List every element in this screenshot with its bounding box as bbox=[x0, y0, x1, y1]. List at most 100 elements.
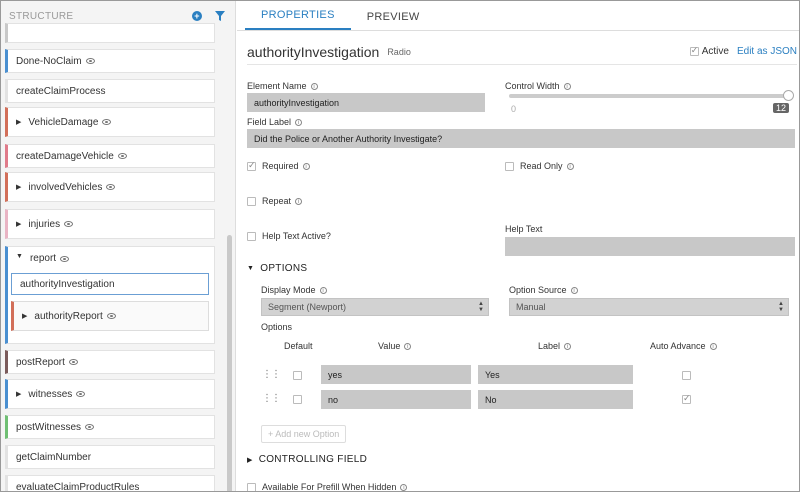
help-text-active-row: Help Text Active? bbox=[247, 231, 331, 241]
element-header: authorityInvestigation Radio Active Edit… bbox=[247, 39, 797, 65]
eye-icon[interactable] bbox=[102, 119, 112, 125]
active-label: Active bbox=[701, 46, 729, 57]
caret-right-icon[interactable]: ▶ bbox=[16, 220, 21, 228]
help-text-active-checkbox[interactable] bbox=[247, 231, 256, 241]
display-mode-label: Display Mode i bbox=[261, 285, 327, 295]
node-label: involvedVehicles bbox=[28, 181, 103, 193]
tree-node-postreport[interactable]: postReport bbox=[5, 350, 215, 374]
options-label: Options bbox=[261, 322, 293, 332]
active-checkbox[interactable] bbox=[689, 45, 699, 56]
element-name-input[interactable]: authorityInvestigation bbox=[247, 93, 485, 112]
eye-icon[interactable] bbox=[117, 153, 127, 159]
tab-preview[interactable]: PREVIEW bbox=[351, 11, 436, 30]
tree-node-postwitnesses[interactable]: postWitnesses bbox=[5, 415, 215, 439]
eye-icon[interactable] bbox=[85, 58, 95, 64]
caret-right-icon[interactable]: ▶ bbox=[16, 390, 21, 398]
option-label-input[interactable]: No bbox=[478, 390, 633, 409]
info-icon: i bbox=[310, 83, 318, 91]
col-label: Label i bbox=[538, 341, 572, 351]
tab-properties[interactable]: PROPERTIES bbox=[245, 9, 351, 30]
tree-node[interactable] bbox=[5, 23, 215, 43]
tree-node-getclaimnumber[interactable]: getClaimNumber bbox=[5, 445, 215, 469]
read-only-checkbox[interactable] bbox=[505, 161, 514, 171]
tree-node-evaluateclaimproductrules[interactable]: evaluateClaimProductRules bbox=[5, 475, 215, 492]
structure-scrollbar[interactable] bbox=[227, 235, 232, 491]
eye-icon[interactable] bbox=[106, 313, 116, 319]
control-width-slider[interactable] bbox=[509, 94, 789, 98]
required-label: Required bbox=[262, 161, 299, 171]
node-label: getClaimNumber bbox=[16, 451, 92, 463]
option-value-input[interactable]: no bbox=[321, 390, 471, 409]
required-row: Requiredi bbox=[247, 160, 310, 171]
caret-right-icon: ▶ bbox=[247, 456, 253, 464]
option-label-input[interactable]: Yes bbox=[478, 365, 633, 384]
info-icon: i bbox=[570, 287, 578, 295]
caret-down-icon[interactable]: ▼ bbox=[16, 253, 23, 260]
node-label: postWitnesses bbox=[16, 421, 82, 433]
display-mode-select[interactable]: Segment (Newport) ▲ ▼ bbox=[261, 298, 489, 316]
eye-icon[interactable] bbox=[68, 359, 78, 365]
select-arrows-icon: ▲ ▼ bbox=[778, 301, 784, 313]
tree-node-done-noclaim[interactable]: Done-NoClaim bbox=[5, 49, 215, 73]
add-icon[interactable]: + bbox=[190, 9, 204, 23]
prefill-label: Available For Prefill When Hidden bbox=[262, 482, 397, 492]
tree-node-vehicledamage[interactable]: ▶ VehicleDamage bbox=[5, 107, 215, 137]
repeat-label: Repeat bbox=[262, 196, 292, 206]
caret-right-icon[interactable]: ▶ bbox=[16, 118, 21, 126]
tree-node-witnesses[interactable]: ▶ witnesses bbox=[5, 379, 215, 409]
tree-node-createclaimprocess[interactable]: createClaimProcess bbox=[5, 79, 215, 103]
tab-bar: PROPERTIES PREVIEW bbox=[237, 1, 799, 31]
node-label: injuries bbox=[28, 218, 61, 230]
repeat-checkbox[interactable] bbox=[247, 196, 256, 206]
help-text-input[interactable] bbox=[505, 237, 795, 256]
node-label: postReport bbox=[16, 356, 65, 368]
help-text-active-label: Help Text Active? bbox=[262, 231, 331, 241]
caret-right-icon[interactable]: ▶ bbox=[22, 312, 27, 320]
tree-node-involvedvehicles[interactable]: ▶ involvedVehicles bbox=[5, 172, 215, 202]
default-checkbox[interactable] bbox=[293, 371, 302, 380]
col-value: Value i bbox=[378, 341, 412, 351]
filter-icon[interactable] bbox=[213, 9, 227, 23]
eye-icon[interactable] bbox=[60, 256, 70, 262]
edit-as-json-link[interactable]: Edit as JSON bbox=[737, 46, 797, 57]
tree-node-injuries[interactable]: ▶ injuries bbox=[5, 209, 215, 239]
display-mode-value: Segment (Newport) bbox=[268, 302, 347, 312]
add-option-button[interactable]: + Add new Option bbox=[261, 425, 347, 443]
drag-handle-icon[interactable]: ⋮⋮ bbox=[262, 369, 281, 380]
field-label-label: Field Label i bbox=[247, 117, 303, 127]
default-checkbox[interactable] bbox=[293, 395, 302, 404]
tree-node-createdamagevehicle[interactable]: createDamageVehicle bbox=[5, 144, 215, 168]
element-name-label: Element Name i bbox=[247, 81, 318, 91]
tree-node-authorityreport[interactable]: ▶ authorityReport bbox=[11, 301, 209, 331]
read-only-label: Read Only bbox=[520, 161, 563, 171]
auto-advance-checkbox[interactable] bbox=[682, 371, 691, 380]
node-label: createDamageVehicle bbox=[16, 150, 114, 162]
caret-right-icon[interactable]: ▶ bbox=[16, 183, 21, 191]
drag-handle-icon[interactable]: ⋮⋮ bbox=[262, 393, 281, 404]
eye-icon[interactable] bbox=[106, 184, 116, 190]
auto-advance-checkbox[interactable] bbox=[682, 393, 691, 404]
repeat-row: Repeat i bbox=[247, 196, 303, 206]
col-auto-advance: Auto Advance i bbox=[650, 341, 717, 351]
options-section-toggle[interactable]: ▼ OPTIONS bbox=[247, 263, 307, 274]
control-width-label: Control Width i bbox=[505, 81, 571, 91]
option-value-input[interactable]: yes bbox=[321, 365, 471, 384]
info-icon: i bbox=[400, 483, 408, 491]
info-icon: i bbox=[319, 287, 327, 295]
eye-icon[interactable] bbox=[76, 391, 86, 397]
info-icon: i bbox=[709, 343, 717, 351]
structure-panel: STRUCTURE + Done-NoClaim createClaimProc… bbox=[1, 1, 236, 492]
node-label: evaluateClaimProductRules bbox=[16, 481, 140, 492]
structure-title: STRUCTURE bbox=[9, 10, 74, 22]
tree-node-authorityinvestigation[interactable]: authorityInvestigation bbox=[11, 273, 209, 295]
option-source-select[interactable]: Manual ▲ ▼ bbox=[509, 298, 789, 316]
required-checkbox[interactable] bbox=[247, 160, 256, 171]
eye-icon[interactable] bbox=[64, 221, 74, 227]
controlling-field-toggle[interactable]: ▶ CONTROLLING FIELD bbox=[247, 454, 367, 465]
controlling-field-label: CONTROLLING FIELD bbox=[258, 454, 368, 465]
prefill-checkbox[interactable] bbox=[247, 482, 256, 491]
slider-handle[interactable] bbox=[783, 90, 794, 101]
field-label-input[interactable]: Did the Police or Another Authority Inve… bbox=[247, 129, 795, 148]
eye-icon[interactable] bbox=[85, 424, 95, 430]
options-section-label: OPTIONS bbox=[260, 263, 308, 274]
